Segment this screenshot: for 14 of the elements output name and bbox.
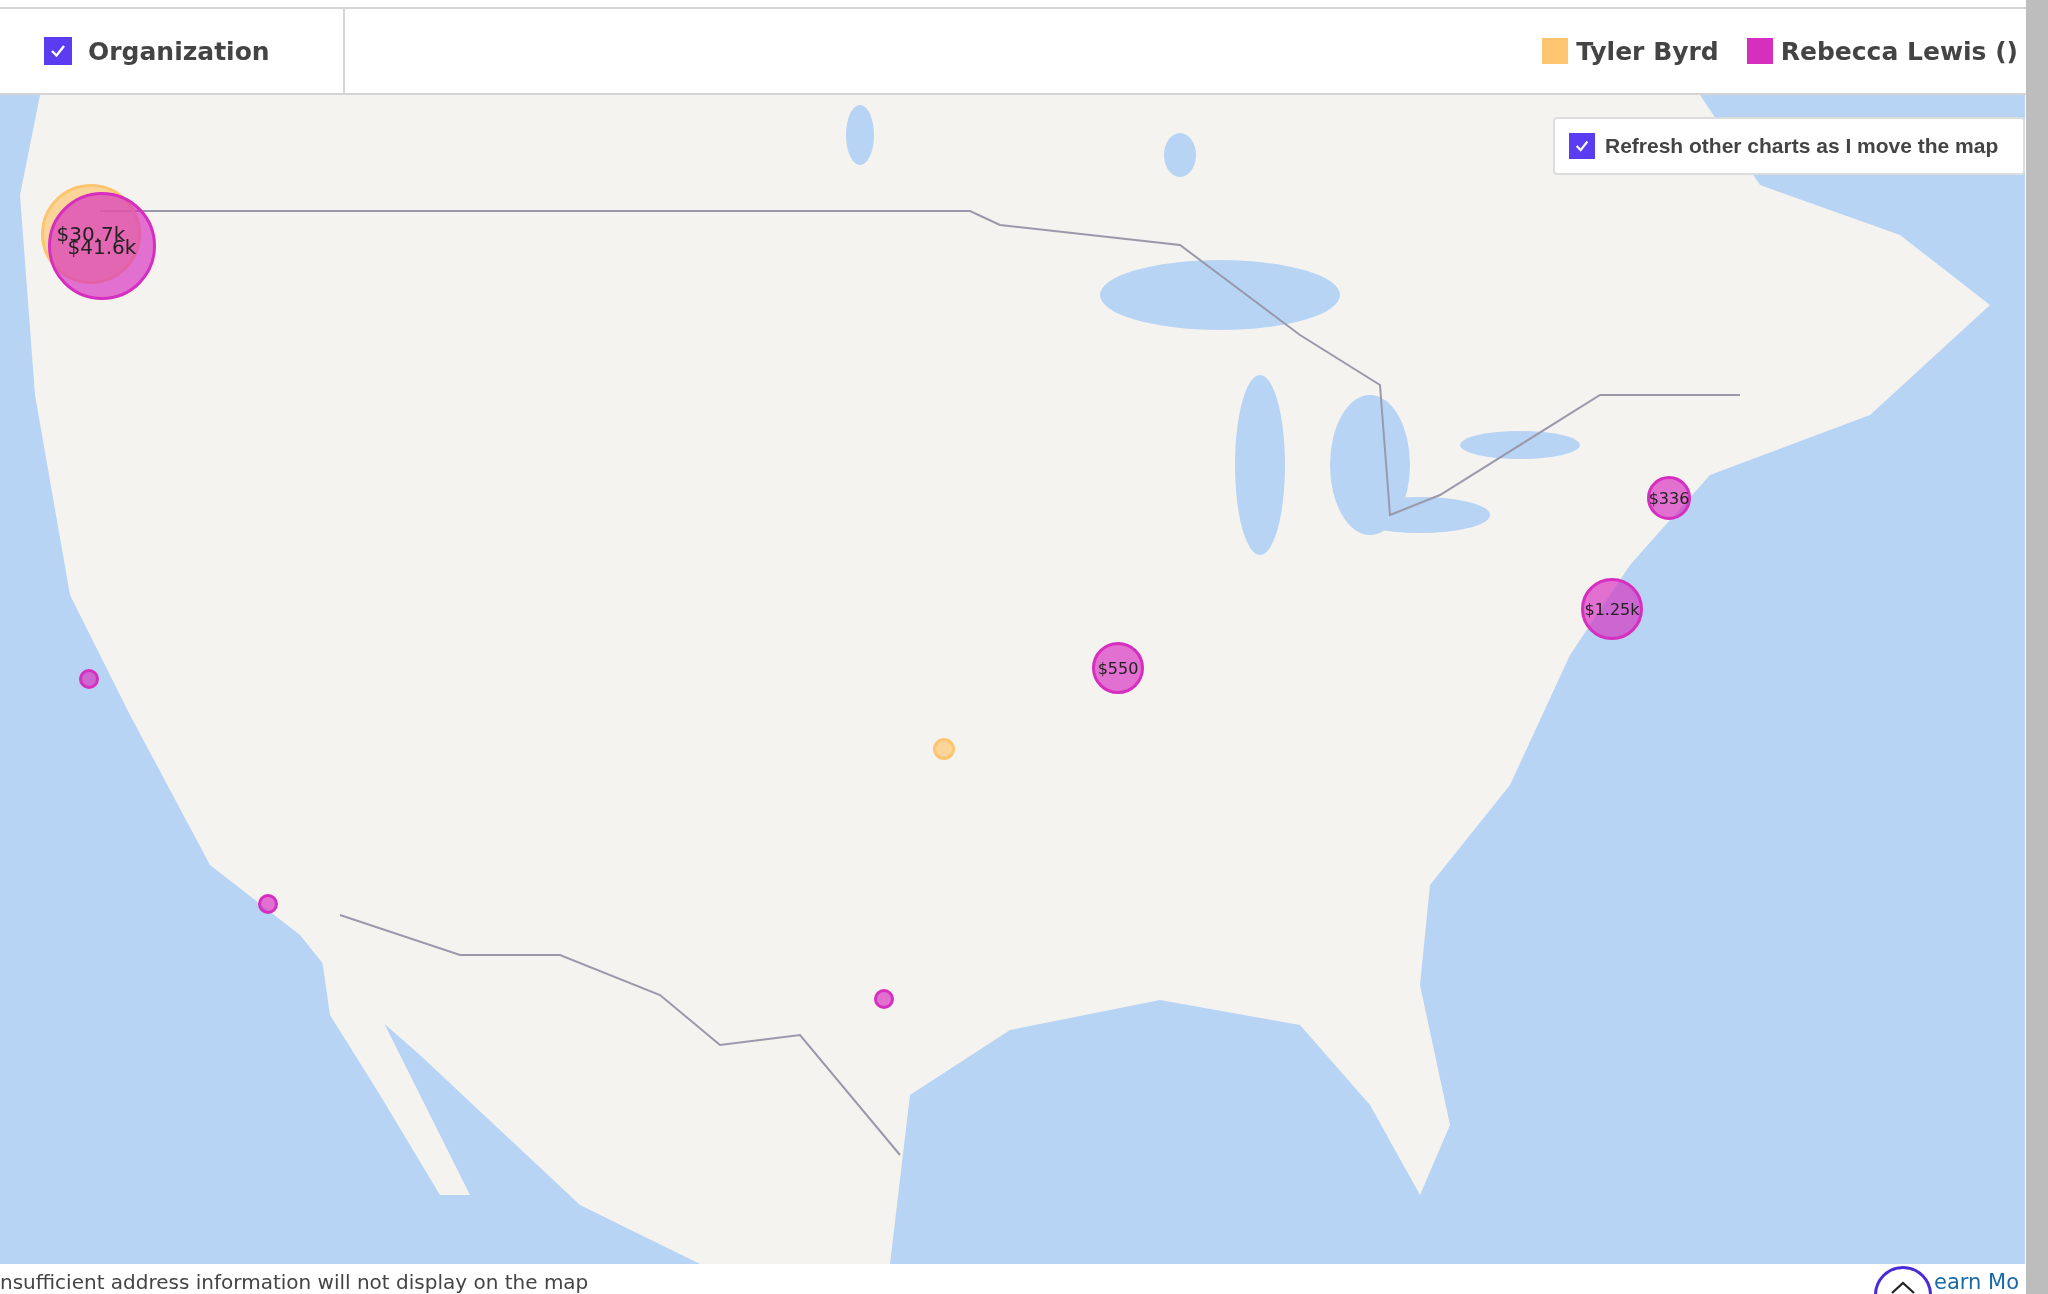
checkbox[interactable]: [1569, 133, 1595, 159]
checkbox[interactable]: [44, 37, 72, 65]
legend-label: Rebecca Lewis (): [1780, 36, 2018, 66]
bubble-label: $550: [1097, 658, 1139, 678]
bubble-label: $1.25k: [1584, 599, 1640, 619]
scrollbar[interactable]: [2026, 0, 2048, 1294]
filter-label: Organization: [88, 36, 270, 66]
refresh-label: Refresh other charts as I move the map: [1605, 134, 1999, 158]
legend-label: Tyler Byrd: [1576, 36, 1719, 66]
bubble-label: $336: [1648, 488, 1690, 508]
learn-more-link[interactable]: earn Mo: [1934, 1270, 2019, 1294]
map-bubble[interactable]: [1092, 642, 1144, 694]
map-bubble[interactable]: [1647, 476, 1691, 520]
footer-note: nsufficient address information will not display on the map: [0, 1270, 589, 1294]
